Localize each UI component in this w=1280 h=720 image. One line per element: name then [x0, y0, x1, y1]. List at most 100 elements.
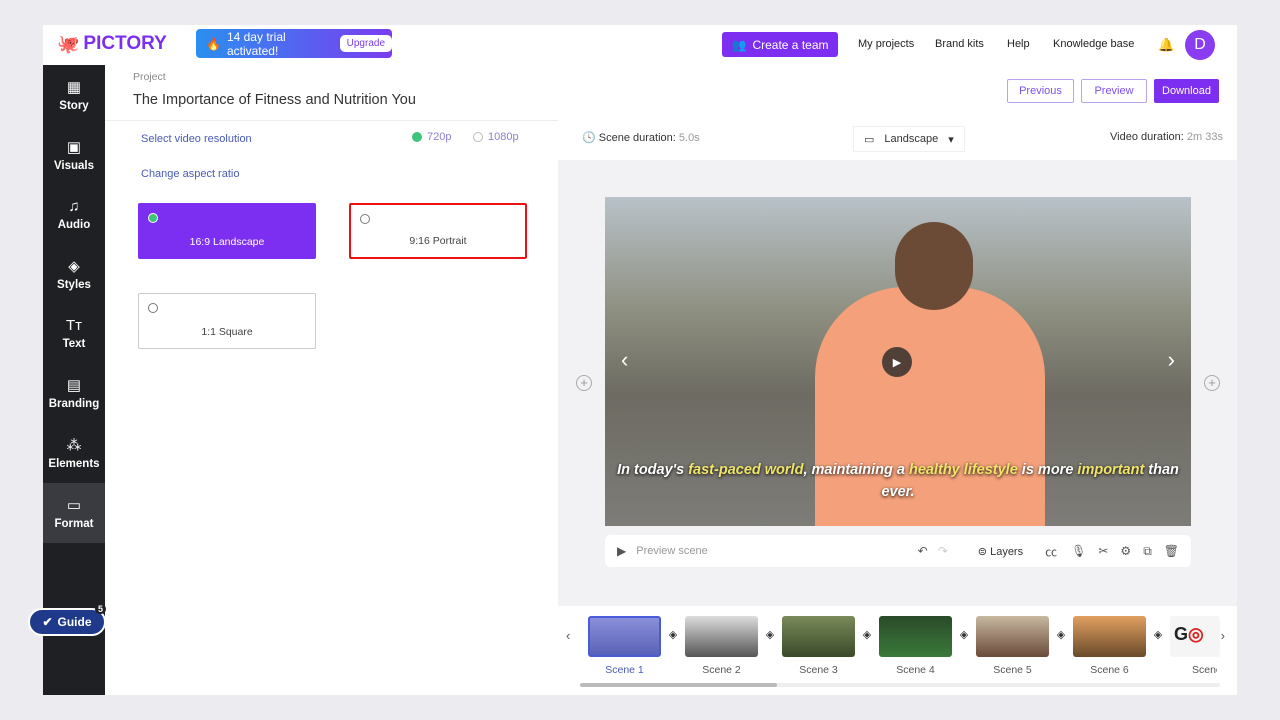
- chevron-left-icon[interactable]: ‹: [621, 347, 628, 373]
- caret-down-icon: ▾: [948, 133, 954, 146]
- nav-my-projects[interactable]: My projects: [858, 38, 914, 50]
- landscape-icon: ▭: [864, 133, 875, 146]
- scrollbar-thumb[interactable]: [580, 683, 777, 687]
- sidebar-item-visuals[interactable]: ▣ Visuals: [43, 125, 105, 185]
- chevron-right-icon[interactable]: ›: [1221, 628, 1225, 643]
- layers-icon[interactable]: ◈: [1052, 628, 1070, 646]
- sidebar-item-audio[interactable]: ♫ Audio: [43, 184, 105, 244]
- sidebar-item-format[interactable]: ▭ Format: [43, 482, 105, 543]
- scene-controls: ▶ Preview scene ↶ ↷ ⊜ Layers ㏄ 🎙 ✂ ⚙ ⧉ 🗑: [605, 535, 1191, 567]
- upgrade-button[interactable]: Upgrade: [339, 35, 392, 52]
- styles-icon: ◈: [68, 257, 80, 275]
- trial-banner: 🔥 14 day trial activated! Upgrade: [196, 29, 392, 58]
- radio-icon: [473, 132, 483, 142]
- scene-thumbnail[interactable]: [782, 616, 855, 657]
- chevron-left-icon[interactable]: ‹: [566, 628, 570, 643]
- scene-label: Scene 6: [1090, 664, 1129, 676]
- sidebar-item-elements[interactable]: ⁂ Elements: [43, 423, 105, 483]
- microphone-icon[interactable]: 🎙: [1071, 544, 1086, 558]
- captions-icon[interactable]: ㏄: [1045, 543, 1057, 560]
- scene-thumbnail[interactable]: [976, 616, 1049, 657]
- preview-area: 🕓 Scene duration: 5.0s ▭ Landscape ▾ Video…: [558, 120, 1237, 695]
- layers-button[interactable]: ⊜ Layers: [978, 545, 1023, 558]
- redo-icon[interactable]: ↷: [938, 544, 948, 558]
- preview-scene-button[interactable]: Preview scene: [636, 545, 708, 557]
- video-preview[interactable]: ‹ › ▶ In today's fast-paced world, maint…: [605, 197, 1191, 526]
- scene-duration: 🕓 Scene duration: 5.0s: [582, 132, 700, 144]
- grid-icon: ▦: [66, 78, 82, 96]
- octopus-icon: 🐙: [57, 33, 80, 54]
- orientation-dropdown[interactable]: ▭ Landscape ▾: [853, 126, 965, 152]
- add-scene-before-icon[interactable]: +: [576, 375, 592, 391]
- nav-help[interactable]: Help: [1007, 38, 1030, 50]
- trash-icon[interactable]: 🗑: [1164, 544, 1179, 558]
- add-scene-after-icon[interactable]: +: [1204, 375, 1220, 391]
- sidebar-item-story[interactable]: ▦ Story: [43, 65, 105, 125]
- scene-label: Scene 5: [993, 664, 1032, 676]
- top-header: 🐙 PICTORY 🔥 14 day trial activated! Upgrade…: [43, 25, 1237, 65]
- scene-thumbnail[interactable]: [685, 616, 758, 657]
- scene-label: Scene 7: [1192, 664, 1217, 676]
- guide-badge: 5: [94, 604, 106, 614]
- scene-label: Scene 4: [896, 664, 935, 676]
- preview-button[interactable]: Preview: [1081, 79, 1147, 103]
- scene-thumbnail[interactable]: [588, 616, 661, 657]
- resolution-label: Select video resolution: [141, 133, 252, 145]
- app-window: 🐙 PICTORY 🔥 14 day trial activated! Upgrade…: [43, 25, 1237, 695]
- briefcase-icon: ▤: [66, 377, 82, 395]
- bell-icon[interactable]: 🔔: [1158, 37, 1174, 53]
- duplicate-icon[interactable]: ⧉: [1143, 544, 1152, 559]
- scene-label: Scene 2: [702, 664, 741, 676]
- res-1080p[interactable]: 1080p: [473, 131, 519, 143]
- shapes-icon: ⁂: [66, 436, 82, 454]
- sidebar: ▦ Story ▣ Visuals ♫ Audio ◈ Styles Tт Text ▤ B…: [43, 65, 105, 695]
- radio-checked-icon: [412, 132, 422, 142]
- nav-knowledge-base[interactable]: Knowledge base: [1053, 38, 1134, 50]
- scene-info-bar: 🕓 Scene duration: 5.0s ▭ Landscape ▾ Video…: [558, 120, 1237, 160]
- project-title[interactable]: The Importance of Fitness and Nutrition …: [133, 92, 416, 108]
- aspect-portrait-card[interactable]: 9:16 Portrait: [349, 203, 527, 259]
- timeline-scrollbar[interactable]: [580, 683, 1220, 687]
- project-label: Project: [133, 71, 166, 83]
- download-button[interactable]: Download: [1154, 79, 1219, 103]
- layers-icon[interactable]: ◈: [664, 628, 682, 646]
- layers-icon[interactable]: ◈: [761, 628, 779, 646]
- layers-icon[interactable]: ◈: [955, 628, 973, 646]
- sidebar-item-branding[interactable]: ▤ Branding: [43, 363, 105, 423]
- chevron-right-icon[interactable]: ›: [1168, 347, 1175, 373]
- scene-label: Scene 3: [799, 664, 838, 676]
- aspect-square-card[interactable]: 1:1 Square: [138, 293, 316, 349]
- layers-icon[interactable]: ◈: [858, 628, 876, 646]
- text-icon: Tт: [65, 317, 83, 335]
- check-icon: ✔: [42, 615, 53, 629]
- format-icon: ▭: [66, 496, 82, 514]
- pictory-logo[interactable]: 🐙 PICTORY: [57, 33, 167, 55]
- video-caption: In today's fast-paced world, maintaining…: [617, 462, 1179, 500]
- gear-icon[interactable]: ⚙: [1120, 544, 1131, 558]
- res-720p[interactable]: 720p: [412, 131, 451, 143]
- previous-button[interactable]: Previous: [1007, 79, 1074, 103]
- sidebar-item-styles[interactable]: ◈ Styles: [43, 244, 105, 304]
- format-panel: Select video resolution 720p 1080p Chang…: [105, 120, 558, 695]
- create-team-button[interactable]: 👥 Create a team: [722, 32, 838, 57]
- runner-head: [895, 222, 973, 310]
- layers-icon: ⊜: [977, 545, 988, 558]
- aspect-landscape-card[interactable]: 16:9 Landscape: [138, 203, 316, 259]
- layers-icon[interactable]: ◈: [1149, 628, 1167, 646]
- avatar[interactable]: D: [1185, 30, 1215, 60]
- undo-icon[interactable]: ↶: [918, 544, 928, 558]
- radio-checked-icon: [148, 213, 158, 223]
- scissors-icon[interactable]: ✂: [1098, 544, 1108, 558]
- team-icon: 👥: [731, 37, 747, 52]
- video-duration: Video duration: 2m 33s: [1110, 131, 1223, 143]
- sidebar-item-text[interactable]: Tт Text: [43, 304, 105, 364]
- aspect-ratio-label: Change aspect ratio: [141, 168, 240, 180]
- scene-thumbnail[interactable]: [1073, 616, 1146, 657]
- play-icon[interactable]: ▶: [617, 544, 626, 558]
- scene-thumbnail[interactable]: G◎: [1170, 616, 1220, 657]
- play-icon[interactable]: ▶: [882, 347, 912, 377]
- scene-timeline: ‹ › G◎ ◈ ◈ ◈ ◈ ◈ ◈ Scene 1 Scene 2 Scene…: [558, 606, 1237, 695]
- guide-button[interactable]: ✔ Guide 5: [28, 604, 106, 636]
- scene-thumbnail[interactable]: [879, 616, 952, 657]
- nav-brand-kits[interactable]: Brand kits: [935, 38, 984, 50]
